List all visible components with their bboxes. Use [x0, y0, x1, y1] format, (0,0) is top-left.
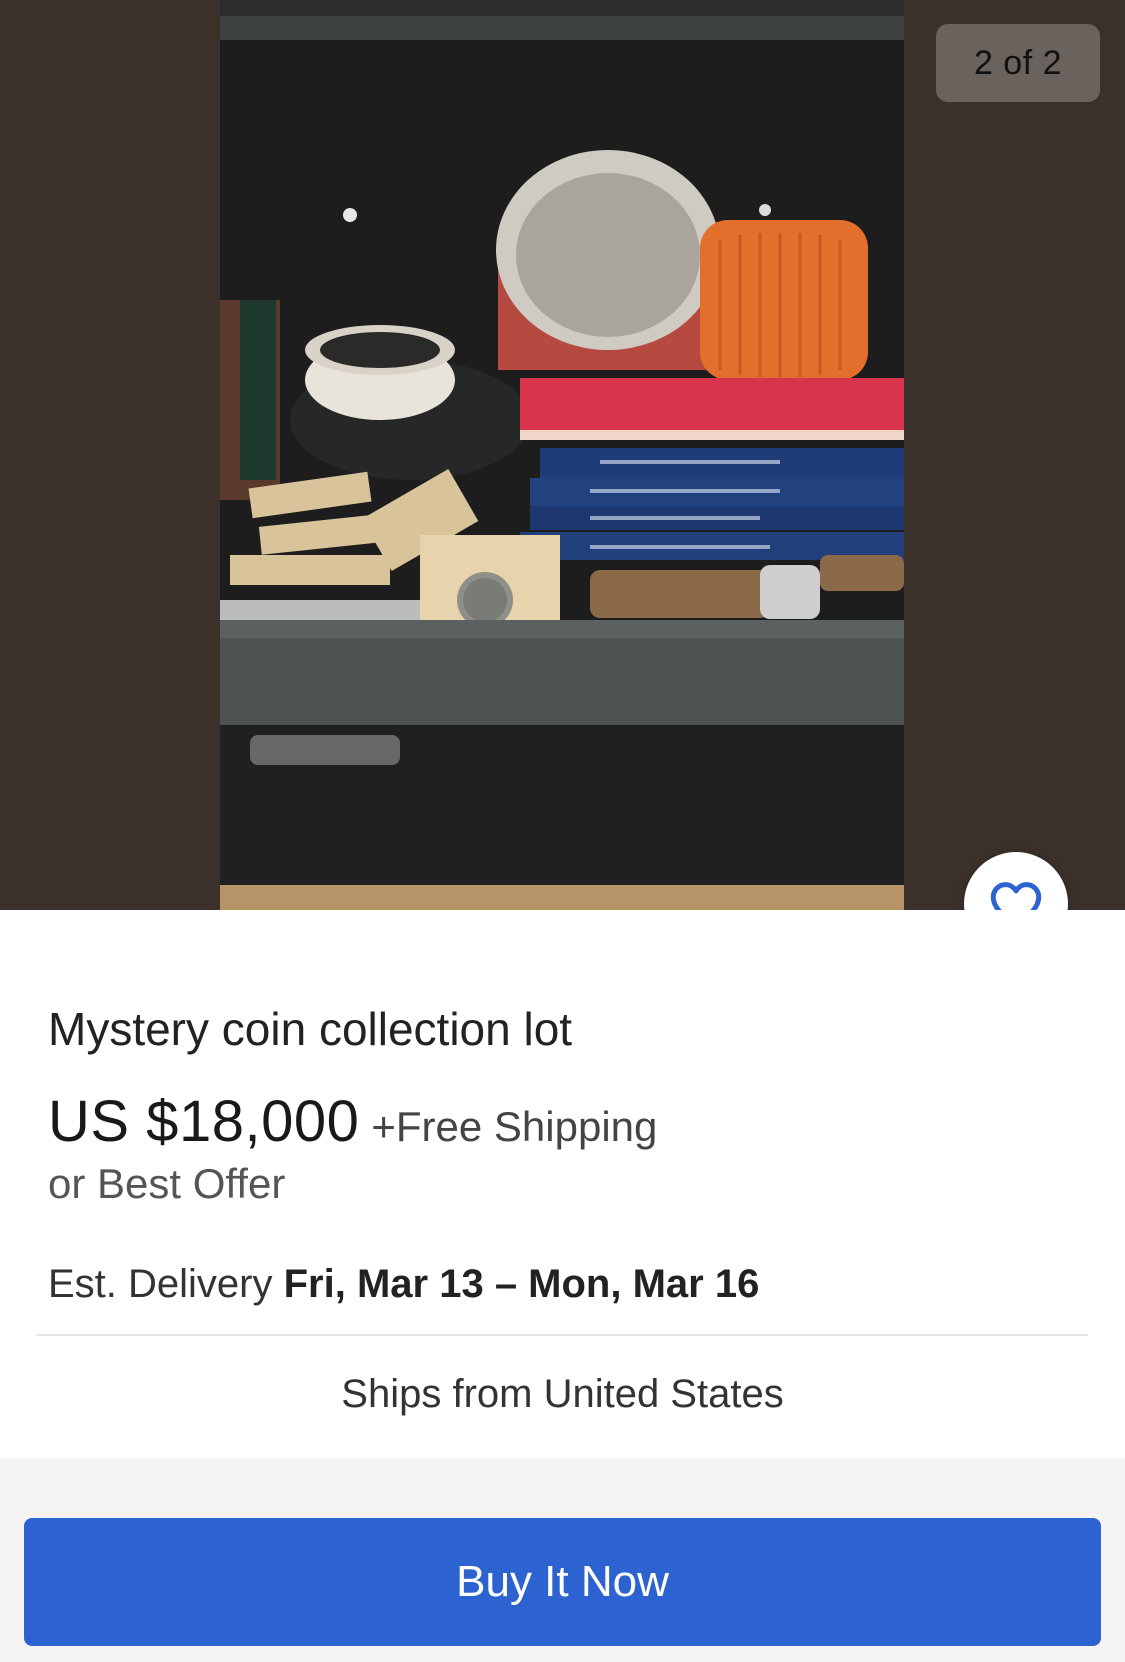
delivery-dates: Fri, Mar 13 – Mon, Mar 16	[283, 1262, 760, 1306]
best-offer-text: or Best Offer	[48, 1160, 286, 1207]
shipping-info: +Free Shipping	[371, 1103, 658, 1150]
listing-details: Mystery coin collection lot US $18,000 +F…	[0, 910, 1125, 1458]
listing-title: Mystery coin collection lot	[48, 1003, 573, 1055]
action-bar: Buy It Now	[0, 1458, 1125, 1662]
price: US $18,000	[48, 1089, 360, 1154]
image-gallery[interactable]: 2 of 2	[0, 0, 1125, 910]
delivery-label: Est. Delivery	[48, 1262, 273, 1306]
image-counter: 2 of 2	[936, 24, 1100, 102]
listing-photo[interactable]	[220, 0, 904, 910]
estimated-delivery: Est. Delivery Fri, Mar 13 – Mon, Mar 16	[48, 1262, 759, 1307]
divider	[36, 1334, 1088, 1336]
price-line: US $18,000 +Free Shipping	[48, 1088, 657, 1155]
ships-from: Ships from United States	[341, 1372, 784, 1416]
buy-it-now-button[interactable]: Buy It Now	[24, 1518, 1101, 1646]
